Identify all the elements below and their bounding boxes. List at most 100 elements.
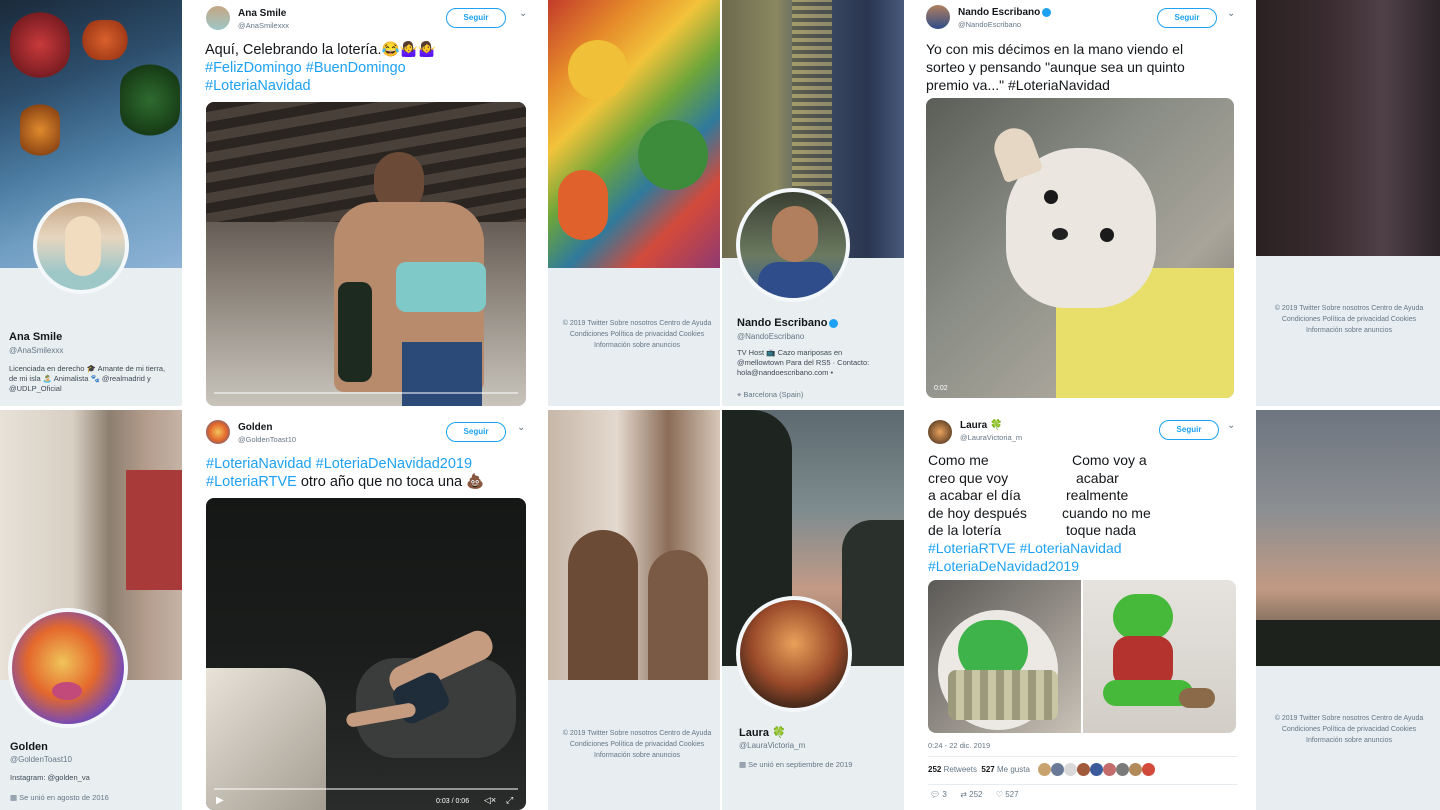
twitter-footer: © 2019 Twitter Sobre nosotros Centro de … — [554, 318, 720, 351]
hashtag-link[interactable]: #LoteriaDeNavidad2019 — [316, 456, 472, 472]
golden-profile-name: Golden — [10, 741, 48, 753]
nando-tweet-video[interactable]: 0:02 — [926, 98, 1234, 398]
laura-profile-name: Laura 🍀 — [739, 727, 786, 739]
hashtag-link[interactable]: #LoteriaNavidad — [206, 456, 312, 472]
nando-sidebar-background: © 2019 Twitter Sobre nosotros Centro de … — [1256, 0, 1440, 406]
golden-video-progress[interactable] — [214, 788, 518, 790]
ana-tweet-text: Aquí, Celebrando la lotería.😂🤷‍♀️🤷‍♀️ #F… — [205, 41, 535, 95]
hashtag-link[interactable]: #LoteriaNavidad — [205, 78, 311, 94]
golden-tweet-card[interactable]: Golden @GoldenToast10 Seguir ⌄ #LoteriaN… — [182, 410, 548, 810]
mute-icon[interactable]: ◁× — [484, 795, 496, 806]
footer-line[interactable]: Condiciones Política de privacidad Cooki… — [1262, 724, 1436, 735]
ana-profile-avatar[interactable] — [33, 198, 129, 294]
laura-tweet-stats: 252 Retweets 527 Me gusta — [928, 765, 1030, 774]
laura-tweet-name[interactable]: Laura 🍀 — [960, 420, 1002, 431]
hashtag-link[interactable]: #LoteriaDeNavidad2019 — [928, 558, 1079, 574]
nando-tweet-text: Yo con mis décimos en la mano viendo el … — [926, 41, 1185, 93]
laura-tweet-avatar[interactable] — [928, 420, 952, 444]
laura-tweet-image-right[interactable] — [1083, 580, 1236, 733]
nando-chevron-down-icon[interactable]: ⌄ — [1227, 8, 1235, 19]
laura-profile-avatar[interactable] — [736, 596, 852, 712]
footer-line[interactable]: Información sobre anuncios — [1262, 735, 1436, 746]
nando-tweet-avatar[interactable] — [926, 5, 950, 29]
twitter-footer: © 2019 Twitter Sobre nosotros Centro de … — [554, 728, 720, 761]
footer-line[interactable]: © 2019 Twitter Sobre nosotros Centro de … — [1262, 713, 1436, 724]
laura-follow-button[interactable]: Seguir — [1159, 420, 1219, 440]
golden-tweet-text: #LoteriaNavidad #LoteriaDeNavidad2019 #L… — [206, 455, 536, 491]
ana-tweet-name[interactable]: Ana Smile — [238, 8, 286, 19]
golden-profile-bio: Instagram: @golden_va — [10, 773, 90, 782]
nando-tweet-card[interactable]: Nando Escribano @NandoEscribano Seguir ⌄… — [904, 0, 1256, 406]
golden-tweet-video[interactable]: ▶ 0:03 / 0:06 ◁× ⤢ — [206, 498, 526, 810]
nando-profile-handle: @NandoEscribano — [737, 332, 805, 341]
ana-tweet-avatar[interactable] — [206, 6, 230, 30]
ana-tweet-handle[interactable]: @AnaSmilexxx — [238, 21, 289, 30]
golden-tweet-name[interactable]: Golden — [238, 422, 272, 433]
like-count[interactable]: 527 — [981, 765, 994, 774]
hashtag-link[interactable]: #LoteriaRTVE — [928, 540, 1016, 556]
ana-profile-handle: @AnaSmilexxx — [9, 346, 64, 355]
golden-tweet-avatar[interactable] — [206, 420, 230, 444]
ana-tweet-card[interactable]: Ana Smile @AnaSmilexxx Seguir ⌄ Aquí, Ce… — [182, 0, 548, 406]
ana-profile-bio: Licenciada en derecho 🎓 Amante de mi tie… — [9, 364, 166, 393]
nando-profile-name: Nando Escribano — [737, 317, 839, 329]
like-action-count: 527 — [1005, 790, 1019, 799]
laura-tweet-left-text: Como me creo que voy a acabar el día de … — [928, 452, 1027, 538]
golden-profile-avatar[interactable] — [8, 608, 128, 728]
hashtag-link[interactable]: #LoteriaNavidad — [1020, 540, 1122, 556]
golden-profile-panel: Golden @GoldenToast10 Instagram: @golden… — [0, 410, 182, 810]
footer-line[interactable]: Condiciones Política de privacidad Cooki… — [554, 329, 720, 340]
nando-follow-button[interactable]: Seguir — [1157, 8, 1217, 28]
golden-chevron-down-icon[interactable]: ⌄ — [517, 422, 525, 433]
hashtag-link[interactable]: #LoteriaNavidad — [1008, 77, 1110, 93]
retweet-icon[interactable]: ⇄ — [960, 790, 967, 799]
laura-profile-handle: @LauraVictoria_m — [739, 741, 806, 750]
golden-profile-handle: @GoldenToast10 — [10, 755, 72, 764]
footer-line[interactable]: Información sobre anuncios — [554, 340, 720, 351]
laura-tweet-right-text: Como voy a acabar realmente cuando no me… — [1062, 452, 1151, 538]
nando-profile-avatar[interactable] — [736, 188, 850, 302]
verified-badge-icon — [1042, 7, 1052, 17]
retweet-count[interactable]: 252 — [928, 765, 941, 774]
laura-tweet-card[interactable]: Laura 🍀 @LauraVictoria_m Seguir ⌄ Como m… — [904, 410, 1256, 810]
footer-line[interactable]: © 2019 Twitter Sobre nosotros Centro de … — [554, 318, 720, 329]
ana-chevron-down-icon[interactable]: ⌄ — [519, 8, 527, 19]
laura-profile-panel: Laura 🍀 @LauraVictoria_m ▦ Se unió en se… — [722, 410, 904, 810]
footer-line[interactable]: © 2019 Twitter Sobre nosotros Centro de … — [554, 728, 720, 739]
like-icon[interactable]: ♡ — [996, 790, 1003, 799]
footer-line[interactable]: Condiciones Política de privacidad Cooki… — [1262, 314, 1436, 325]
footer-line[interactable]: Información sobre anuncios — [554, 750, 720, 761]
footer-line[interactable]: Condiciones Política de privacidad Cooki… — [554, 739, 720, 750]
laura-chevron-down-icon[interactable]: ⌄ — [1227, 420, 1235, 431]
ana-sidebar-background: © 2019 Twitter Sobre nosotros Centro de … — [548, 0, 720, 406]
verified-badge-icon — [829, 318, 839, 328]
footer-line[interactable]: Información sobre anuncios — [1262, 325, 1436, 336]
nando-video-time: 0:02 — [934, 385, 948, 392]
laura-tweet-image-left[interactable] — [928, 580, 1081, 733]
ana-video-progress[interactable] — [214, 392, 518, 394]
hashtag-link[interactable]: #FelizDomingo — [205, 60, 302, 76]
ana-profile-panel: Ana Smile @AnaSmilexxx Licenciada en der… — [0, 0, 182, 406]
play-icon[interactable]: ▶ — [216, 795, 224, 806]
liker-avatars — [1038, 763, 1178, 777]
fullscreen-icon[interactable]: ⤢ — [506, 795, 513, 806]
ana-tweet-body: Aquí, Celebrando la lotería. — [205, 42, 382, 58]
nando-tweet-handle[interactable]: @NandoEscribano — [958, 20, 1021, 29]
golden-sidebar-background: © 2019 Twitter Sobre nosotros Centro de … — [548, 410, 720, 810]
golden-follow-button[interactable]: Seguir — [446, 422, 506, 442]
laura-tweet-handle[interactable]: @LauraVictoria_m — [960, 433, 1022, 442]
nando-profile-bio: TV Host 📺 Cazo mariposas en @mellowtown … — [737, 348, 870, 377]
collage: Ana Smile @AnaSmilexxx Licenciada en der… — [0, 0, 1440, 810]
hashtag-link[interactable]: #BuenDomingo — [306, 60, 406, 76]
ana-follow-button[interactable]: Seguir — [446, 8, 506, 28]
nando-profile-location: ⌖ Barcelona (Spain) — [737, 390, 804, 399]
footer-line[interactable]: © 2019 Twitter Sobre nosotros Centro de … — [1262, 303, 1436, 314]
laura-profile-joined: ▦ Se unió en septiembre de 2019 — [739, 760, 853, 769]
hashtag-link[interactable]: #LoteriaRTVE — [206, 474, 297, 490]
golden-tweet-handle[interactable]: @GoldenToast10 — [238, 435, 296, 444]
reply-icon[interactable]: 💬︎ — [930, 790, 940, 799]
nando-tweet-name[interactable]: Nando Escribano — [958, 7, 1052, 18]
reply-count: 3 — [942, 790, 947, 799]
ana-tweet-video[interactable] — [206, 102, 526, 406]
laura-tweet-timestamp[interactable]: 0:24 - 22 dic. 2019 — [928, 741, 990, 750]
